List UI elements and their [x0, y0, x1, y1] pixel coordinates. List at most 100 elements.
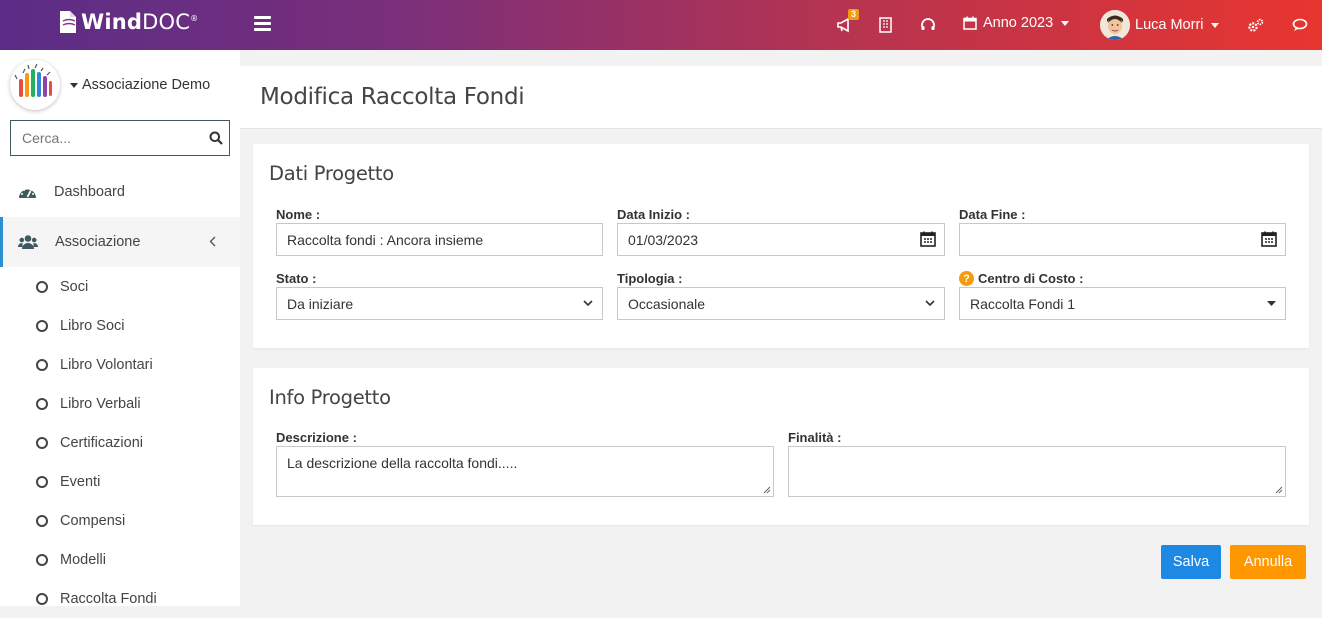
sidebar-subitem-certificazioni[interactable]: Certificazioni — [0, 423, 240, 462]
sidebar: Associazione Demo Dashboard Associazione… — [0, 50, 240, 607]
circle-icon — [36, 319, 48, 332]
chevron-down-icon — [70, 82, 78, 88]
data-fine-field[interactable] — [959, 223, 1286, 256]
year-selector[interactable]: Anno 2023 — [963, 15, 1070, 31]
building-icon — [879, 17, 892, 33]
sidebar-item-label: Soci — [60, 278, 89, 295]
circle-icon — [36, 592, 48, 605]
tipologia-select[interactable]: Occasionale — [617, 287, 945, 320]
org-switcher[interactable]: Associazione Demo — [10, 60, 210, 110]
data-inizio-field[interactable]: 01/03/2023 — [617, 223, 945, 256]
descrizione-value: La descrizione della raccolta fondi..... — [287, 455, 518, 471]
resize-grip-icon[interactable] — [1275, 486, 1283, 494]
finalita-label: Finalità : — [788, 430, 842, 445]
sidebar-subitem-compensi[interactable]: Compensi — [0, 501, 240, 540]
calendar-icon[interactable] — [1261, 231, 1277, 247]
caret-down-icon — [1267, 301, 1276, 306]
descrizione-label: Descrizione : — [276, 430, 357, 445]
sidebar-item-label: Libro Soci — [60, 317, 125, 334]
support-button[interactable] — [920, 14, 936, 36]
finalita-textarea[interactable] — [788, 446, 1286, 497]
sidebar-subitem-modelli[interactable]: Modelli — [0, 540, 240, 579]
chat-icon — [1292, 18, 1308, 31]
sidebar-item-label: Raccolta Fondi — [60, 590, 157, 607]
sidebar-subitem-soci[interactable]: Soci — [0, 267, 240, 306]
tipologia-value: Occasionale — [628, 295, 706, 312]
nome-field[interactable]: Raccolta fondi : Ancora insieme — [276, 223, 603, 256]
settings-button[interactable] — [1247, 14, 1264, 36]
chevron-down-icon — [1210, 22, 1219, 28]
circle-icon — [36, 553, 48, 566]
data-fine-label: Data Fine : — [959, 207, 1026, 222]
stato-select[interactable]: Da iniziare — [276, 287, 603, 320]
circle-icon — [36, 397, 48, 410]
chevron-left-icon — [209, 236, 216, 247]
help-icon[interactable]: ? — [959, 271, 974, 286]
user-menu[interactable]: Luca Morri — [1100, 10, 1219, 40]
calendar-icon — [963, 16, 977, 30]
sidebar-item-label: Libro Verbali — [60, 395, 141, 412]
sidebar-subitem-libro-volontari[interactable]: Libro Volontari — [0, 345, 240, 384]
top-navbar: WindDOC® 3 Anno 2023 Luca Morri — [0, 0, 1322, 50]
centro-di-costo-value: Raccolta Fondi 1 — [970, 295, 1076, 312]
circle-icon — [36, 280, 48, 293]
chat-button[interactable] — [1292, 14, 1308, 36]
centro-di-costo-label: ? Centro di Costo : — [959, 271, 1083, 286]
gears-icon — [1248, 18, 1264, 32]
search-button[interactable] — [203, 131, 229, 145]
stato-value: Da iniziare — [287, 295, 354, 312]
notifications-button[interactable]: 3 — [836, 9, 859, 36]
sidebar-item-label: Eventi — [60, 473, 101, 490]
search-icon — [209, 131, 223, 145]
search-input[interactable] — [11, 121, 203, 155]
resize-grip-icon[interactable] — [763, 486, 771, 494]
users-icon — [18, 235, 38, 249]
stato-label: Stato : — [276, 271, 317, 286]
sidebar-subitem-raccolta-fondi[interactable]: Raccolta Fondi — [0, 579, 240, 618]
sidebar-item-label: Dashboard — [54, 184, 125, 200]
sidebar-item-associazione[interactable]: Associazione — [0, 217, 240, 267]
avatar — [1100, 10, 1130, 40]
year-label: Anno 2023 — [983, 15, 1054, 31]
circle-icon — [36, 514, 48, 527]
calendar-icon[interactable] — [920, 231, 936, 247]
chevron-down-icon — [925, 300, 935, 307]
app-logo-text: WindDOC® — [81, 10, 199, 34]
app-logo[interactable]: WindDOC® — [57, 9, 198, 35]
centro-di-costo-select[interactable]: Raccolta Fondi 1 — [959, 287, 1286, 320]
chevron-down-icon — [1061, 20, 1070, 26]
circle-icon — [36, 475, 48, 488]
page-title: Modifica Raccolta Fondi — [260, 84, 525, 110]
sidebar-item-label: Associazione — [55, 234, 141, 250]
tipologia-label: Tipologia : — [617, 271, 683, 286]
data-inizio-label: Data Inizio : — [617, 207, 690, 222]
menu-toggle-icon[interactable] — [254, 16, 271, 31]
descrizione-textarea[interactable]: La descrizione della raccolta fondi..... — [276, 446, 774, 497]
sidebar-subitem-eventi[interactable]: Eventi — [0, 462, 240, 501]
data-inizio-value: 01/03/2023 — [628, 231, 699, 248]
sidebar-subitem-libro-verbali[interactable]: Libro Verbali — [0, 384, 240, 423]
sidebar-search — [10, 120, 230, 156]
panel-title: Dati Progetto — [269, 162, 394, 185]
circle-icon — [36, 358, 48, 371]
nome-label: Nome : — [276, 207, 321, 222]
org-name: Associazione Demo — [82, 77, 211, 93]
sidebar-item-label: Modelli — [60, 551, 106, 568]
info-progetto-panel: Info Progetto Descrizione : La descrizio… — [253, 368, 1309, 525]
user-name: Luca Morri — [1135, 17, 1204, 33]
sidebar-item-label: Compensi — [60, 512, 126, 529]
sidebar-item-label: Certificazioni — [60, 434, 143, 451]
page-header: Modifica Raccolta Fondi — [240, 66, 1322, 129]
dati-progetto-panel: Dati Progetto Nome : Raccolta fondi : An… — [253, 144, 1309, 348]
documents-button[interactable] — [879, 14, 892, 36]
save-button[interactable]: Salva — [1161, 545, 1221, 579]
org-logo — [10, 60, 60, 110]
cancel-button[interactable]: Annulla — [1230, 545, 1306, 579]
chevron-down-icon — [583, 300, 593, 307]
logo-mark-icon — [60, 11, 76, 33]
circle-icon — [36, 436, 48, 449]
dashboard-icon — [19, 189, 36, 198]
sidebar-item-dashboard[interactable]: Dashboard — [0, 167, 240, 217]
sidebar-subitem-libro-soci[interactable]: Libro Soci — [0, 306, 240, 345]
notification-badge: 3 — [847, 9, 859, 20]
